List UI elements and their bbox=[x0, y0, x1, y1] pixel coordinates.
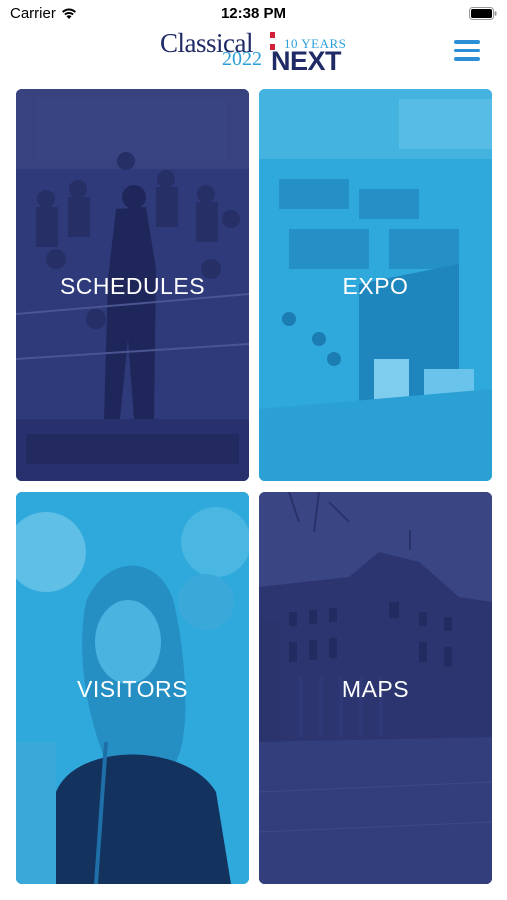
app-header: Classical 10 YEARS 2022 NEXT bbox=[0, 28, 507, 80]
maps-tile[interactable]: MAPS bbox=[259, 492, 492, 884]
status-bar: Carrier 12:38 PM bbox=[0, 0, 507, 28]
schedules-label: SCHEDULES bbox=[59, 273, 206, 299]
logo-next-text: NEXT bbox=[271, 46, 342, 76]
schedules-tile[interactable]: SCHEDULES bbox=[16, 89, 249, 481]
logo-year-text: 2022 bbox=[222, 48, 262, 70]
expo-tile[interactable]: EXPO bbox=[259, 89, 492, 481]
hamburger-menu-icon[interactable] bbox=[454, 40, 482, 64]
visitors-label: VISITORS bbox=[77, 676, 188, 702]
clock: 12:38 PM bbox=[220, 5, 287, 22]
maps-label: MAPS bbox=[341, 676, 410, 702]
classical-next-logo: Classical 10 YEARS 2022 NEXT bbox=[160, 28, 360, 78]
expo-label: EXPO bbox=[342, 273, 409, 299]
visitors-tile[interactable]: VISITORS bbox=[16, 492, 249, 884]
battery-icon bbox=[469, 7, 497, 20]
